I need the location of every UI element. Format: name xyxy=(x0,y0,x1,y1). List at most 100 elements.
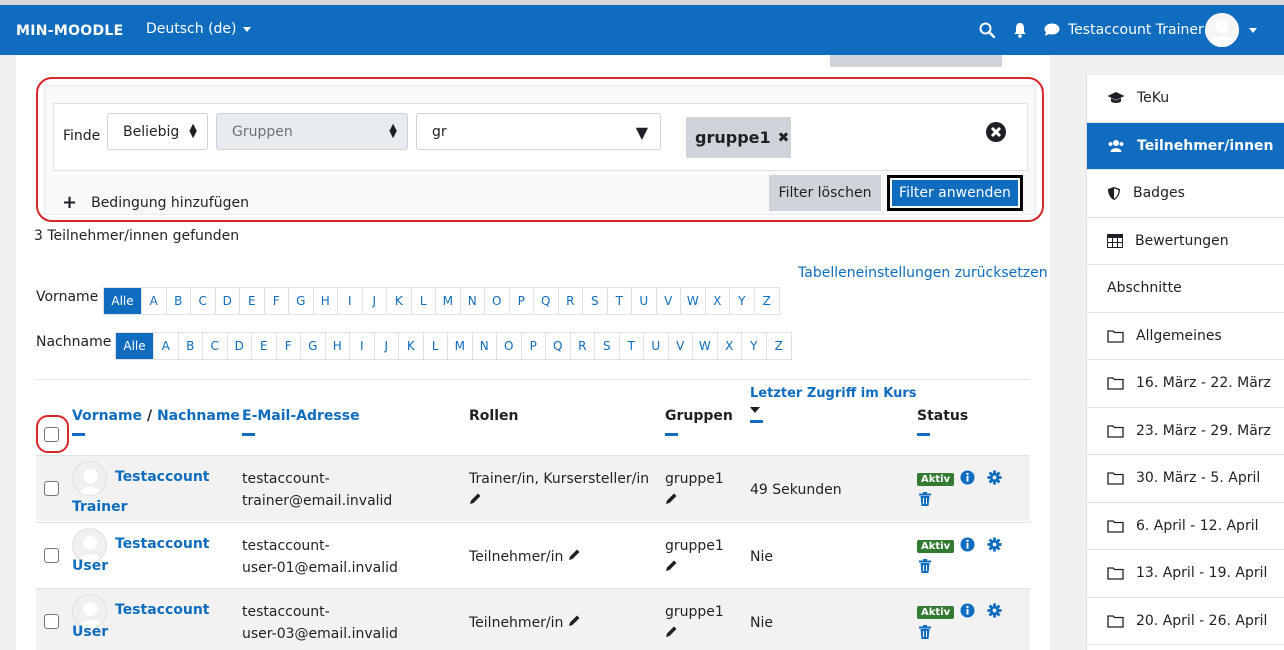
bell-icon[interactable] xyxy=(1013,5,1027,55)
info-icon[interactable] xyxy=(960,470,975,489)
initial-letter-button[interactable]: U xyxy=(644,333,669,359)
add-condition-button[interactable]: + Bedingung hinzufügen xyxy=(62,192,249,213)
initial-letter-button[interactable]: K xyxy=(399,333,424,359)
info-icon[interactable] xyxy=(960,537,975,556)
initial-letter-button[interactable]: H xyxy=(326,333,350,359)
user-menu-chevron-icon[interactable] xyxy=(1249,5,1257,55)
user-name[interactable]: Testaccount Trainer xyxy=(1068,5,1204,55)
apply-filter-button[interactable]: Filter anwenden xyxy=(887,175,1023,211)
initial-all-button[interactable]: Alle xyxy=(104,288,142,314)
sidebar-item[interactable]: Teilnehmer/innen xyxy=(1087,122,1284,170)
user-avatar[interactable] xyxy=(1205,5,1239,55)
initial-letter-button[interactable]: P xyxy=(510,288,534,314)
initial-letter-button[interactable]: V xyxy=(657,288,681,314)
row-checkbox[interactable] xyxy=(44,614,59,629)
trash-icon[interactable] xyxy=(919,492,931,510)
initial-letter-button[interactable]: G xyxy=(289,288,314,314)
initial-letter-button[interactable]: R xyxy=(571,333,595,359)
row-checkbox[interactable] xyxy=(44,481,59,496)
initial-letter-button[interactable]: H xyxy=(314,288,338,314)
initial-all-button[interactable]: Alle xyxy=(116,333,154,359)
edit-groups-pencil-icon[interactable] xyxy=(665,626,678,642)
language-menu[interactable]: Deutsch (de) xyxy=(146,21,251,37)
collapse-icon[interactable] xyxy=(242,433,255,436)
initial-letter-button[interactable]: J xyxy=(375,333,399,359)
initial-letter-button[interactable]: L xyxy=(424,333,448,359)
user-name-link[interactable]: Testaccount Trainer xyxy=(72,466,232,518)
initial-letter-button[interactable]: J xyxy=(363,288,387,314)
edit-roles-pencil-icon[interactable] xyxy=(469,493,482,509)
initial-letter-button[interactable]: B xyxy=(179,333,203,359)
trash-icon[interactable] xyxy=(919,558,931,577)
initial-letter-button[interactable]: D xyxy=(216,288,240,314)
initial-letter-button[interactable]: F xyxy=(265,288,289,314)
initial-letter-button[interactable]: T xyxy=(620,333,644,359)
gear-icon[interactable] xyxy=(987,470,1002,489)
sort-lastname-link[interactable]: Nachname xyxy=(157,408,240,424)
edit-groups-pencil-icon[interactable] xyxy=(665,560,678,576)
initial-letter-button[interactable]: R xyxy=(559,288,583,314)
initial-letter-button[interactable]: W xyxy=(681,288,706,314)
group-search-input[interactable]: gr ▼ xyxy=(416,113,661,150)
site-brand[interactable]: MIN-MOODLE xyxy=(16,23,124,39)
sidebar-item[interactable]: 23. März - 29. März xyxy=(1087,408,1284,455)
match-select[interactable]: Beliebig ▲ ▼ xyxy=(107,113,208,150)
initial-letter-button[interactable]: E xyxy=(240,288,265,314)
initial-letter-button[interactable]: X xyxy=(706,288,730,314)
sidebar-item[interactable]: 6. April - 12. April xyxy=(1087,503,1284,550)
sidebar-item[interactable]: Bewertungen xyxy=(1087,218,1284,265)
initial-letter-button[interactable]: P xyxy=(522,333,546,359)
initial-letter-button[interactable]: C xyxy=(203,333,228,359)
initial-letter-button[interactable]: O xyxy=(497,333,522,359)
trash-icon[interactable] xyxy=(919,625,931,643)
initial-letter-button[interactable]: B xyxy=(167,288,191,314)
remove-condition-icon[interactable] xyxy=(985,121,1007,147)
initial-letter-button[interactable]: X xyxy=(718,333,742,359)
initial-letter-button[interactable]: G xyxy=(301,333,326,359)
edit-roles-pencil-icon[interactable] xyxy=(568,615,581,631)
clear-filter-button[interactable]: Filter löschen xyxy=(769,175,881,211)
sort-lastaccess-link[interactable]: Letzter Zugriff im Kurs xyxy=(750,386,917,401)
edit-groups-pencil-icon[interactable] xyxy=(665,493,678,509)
initial-letter-button[interactable]: I xyxy=(338,288,363,314)
group-chip[interactable]: gruppe1 ✖ xyxy=(686,117,791,158)
initial-letter-button[interactable]: V xyxy=(669,333,693,359)
select-all-checkbox[interactable] xyxy=(44,427,59,442)
initial-letter-button[interactable]: K xyxy=(387,288,412,314)
initial-letter-button[interactable]: W xyxy=(693,333,718,359)
edit-roles-pencil-icon[interactable] xyxy=(568,549,581,565)
gear-icon[interactable] xyxy=(987,536,1002,556)
initial-letter-button[interactable]: I xyxy=(350,333,375,359)
reset-table-link[interactable]: Tabelleneinstellungen zurücksetzen xyxy=(798,265,1048,281)
user-name-link[interactable]: Testaccount User03 xyxy=(72,599,232,650)
sidebar-item[interactable]: Badges xyxy=(1087,170,1284,218)
sort-firstname-link[interactable]: Vorname xyxy=(72,408,142,424)
collapse-icon[interactable] xyxy=(665,433,678,436)
sidebar-item[interactable]: 30. März - 5. April xyxy=(1087,455,1284,503)
sort-email-link[interactable]: E-Mail-Adresse xyxy=(242,408,360,424)
initial-letter-button[interactable]: Q xyxy=(546,333,571,359)
initial-letter-button[interactable]: A xyxy=(142,288,167,314)
initial-letter-button[interactable]: M xyxy=(436,288,461,314)
initial-letter-button[interactable]: U xyxy=(632,288,657,314)
initial-letter-button[interactable]: Y xyxy=(730,288,755,314)
initial-letter-button[interactable]: S xyxy=(583,288,608,314)
initial-letter-button[interactable]: T xyxy=(608,288,632,314)
initial-letter-button[interactable]: Z xyxy=(755,288,780,314)
initial-letter-button[interactable]: N xyxy=(461,288,485,314)
collapse-icon[interactable] xyxy=(72,433,85,436)
initial-letter-button[interactable]: M xyxy=(448,333,473,359)
sidebar-item[interactable]: TeKu xyxy=(1087,75,1284,123)
sidebar-item[interactable]: Allgemeines xyxy=(1087,313,1284,360)
sidebar-item[interactable]: 20. April - 26. April xyxy=(1087,598,1284,645)
message-icon[interactable] xyxy=(1044,5,1060,55)
initial-letter-button[interactable]: E xyxy=(252,333,277,359)
info-icon[interactable] xyxy=(960,603,975,622)
initial-letter-button[interactable]: A xyxy=(154,333,179,359)
remove-chip-icon[interactable]: ✖ xyxy=(778,130,790,146)
initial-letter-button[interactable]: Z xyxy=(767,333,792,359)
initial-letter-button[interactable]: F xyxy=(277,333,301,359)
initial-letter-button[interactable]: Q xyxy=(534,288,559,314)
search-icon[interactable] xyxy=(979,5,995,55)
initial-letter-button[interactable]: Y xyxy=(742,333,767,359)
